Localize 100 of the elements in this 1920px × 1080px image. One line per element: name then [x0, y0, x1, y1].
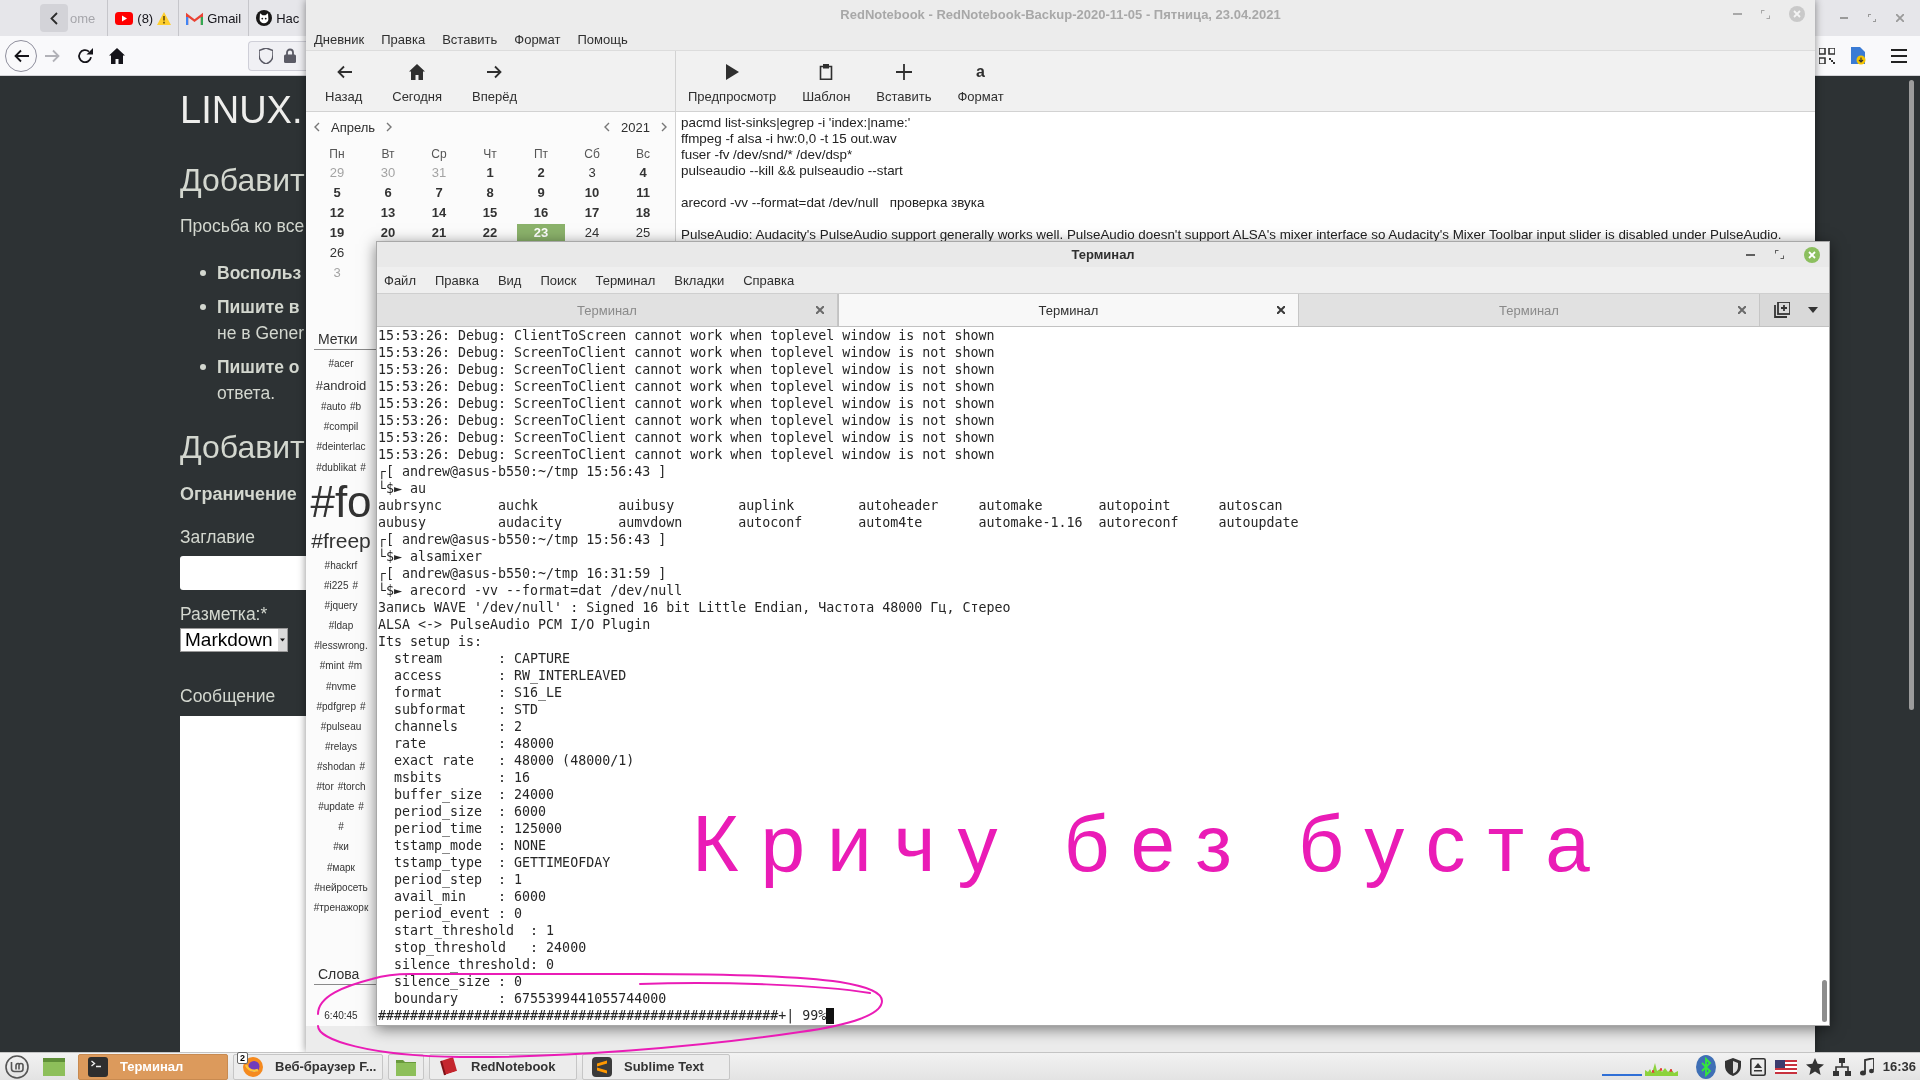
select-field[interactable]: Markdown [180, 628, 288, 652]
tag-link[interactable]: #fo [310, 481, 372, 522]
scrollbar-thumb[interactable] [1821, 980, 1827, 1022]
toolbar-button[interactable]: a Формат [945, 51, 1016, 111]
tag-link[interactable]: #torch [337, 781, 366, 794]
star-icon[interactable] [1805, 1058, 1824, 1075]
bluetooth-icon[interactable] [1695, 1054, 1716, 1079]
chevron-right-icon[interactable] [386, 122, 393, 132]
tag-link[interactable]: #марк [327, 861, 355, 874]
chevron-left-icon[interactable] [314, 122, 320, 132]
tag-link[interactable]: #dublikat [316, 461, 357, 474]
tag-link[interactable]: #relays [324, 740, 358, 753]
calendar-day[interactable]: 25 [619, 224, 667, 241]
tag-link[interactable]: #android [315, 378, 367, 394]
play-icon[interactable] [724, 64, 741, 80]
tag-link[interactable]: #acer [328, 358, 354, 370]
calendar-day[interactable]: 4 [619, 164, 667, 181]
calendar-day[interactable]: 11 [619, 184, 667, 201]
calendar-day[interactable]: 5 [313, 184, 361, 201]
tab[interactable]: Терминал [838, 294, 1299, 326]
tag-link[interactable]: #deinterlac [316, 441, 366, 454]
toolbar-button[interactable]: Предпросмотр [676, 51, 789, 111]
toolbar-button[interactable]: Вставить [864, 51, 944, 111]
network-icon[interactable] [1832, 1057, 1851, 1076]
menu-item[interactable]: Справка [743, 272, 795, 288]
calendar-day[interactable]: 17 [568, 204, 616, 221]
menu-icon[interactable] [1891, 48, 1907, 63]
arrow-left-icon[interactable] [13, 47, 29, 64]
tag-link[interactable]: #auto [320, 401, 346, 414]
calendar-day[interactable]: 20 [364, 224, 412, 241]
tag-link[interactable]: # [359, 760, 365, 773]
tag-link[interactable]: #update [318, 801, 355, 814]
toolbar-button[interactable]: Назад [313, 51, 375, 111]
word-link[interactable]: 6:40:45 [324, 1010, 358, 1022]
calendar-day[interactable]: 21 [415, 224, 463, 241]
menu-item[interactable]: Правка [381, 31, 426, 47]
menu-item[interactable]: Помощь [577, 31, 628, 47]
shield-icon[interactable] [1724, 1057, 1741, 1076]
tag-link[interactable]: # [360, 461, 366, 474]
address-field[interactable] [248, 40, 306, 71]
calendar-day[interactable]: 19 [313, 224, 361, 241]
calendar-day[interactable]: 24 [568, 224, 616, 241]
eject-icon[interactable] [1749, 1057, 1766, 1076]
tag-link[interactable]: #tor [316, 781, 334, 794]
toolbar-button[interactable]: Шаблон [790, 51, 863, 111]
home-icon[interactable] [409, 64, 426, 80]
qr-code-icon[interactable] [1819, 47, 1835, 64]
chevron-right-icon[interactable] [661, 122, 667, 132]
tag-link[interactable]: #ки [333, 841, 349, 854]
logo-icon[interactable] [5, 1054, 29, 1079]
maximize-icon[interactable] [1775, 250, 1784, 259]
tag-link[interactable]: #pulseau [320, 720, 362, 733]
reload-icon[interactable] [77, 47, 93, 64]
music-note-icon[interactable] [1859, 1057, 1874, 1076]
calendar-day[interactable]: 3 [568, 164, 616, 181]
menu-item[interactable]: Вкладки [674, 272, 725, 288]
tag-link[interactable]: #нейросеть [314, 881, 368, 894]
calendar-day[interactable]: 16 [517, 204, 565, 221]
taskbar-button[interactable]: 2 Веб-браузер F... [233, 1053, 383, 1080]
tag-link[interactable]: #i225 [324, 580, 349, 592]
minimize-icon[interactable] [1746, 253, 1755, 256]
textarea-field[interactable] [180, 716, 306, 1052]
tag-link[interactable]: #тренажорк [313, 901, 369, 914]
tag-link[interactable]: #mint [319, 660, 345, 673]
tag-link[interactable]: #jquery [324, 600, 358, 613]
tag-link[interactable]: # [352, 580, 358, 592]
tag-link[interactable]: #ldap [328, 620, 354, 633]
tag-link[interactable]: # [338, 821, 344, 834]
caret-down-icon[interactable] [1808, 307, 1818, 313]
calendar-day[interactable]: 15 [466, 204, 514, 221]
calendar-day[interactable]: 6 [364, 184, 412, 201]
menu-item[interactable]: Файл [384, 272, 416, 288]
menu-item[interactable]: Терминал [595, 272, 656, 288]
taskbar-button[interactable] [388, 1053, 424, 1080]
document-icon[interactable] [1850, 46, 1866, 65]
taskbar-button[interactable]: Sublime Text [582, 1053, 730, 1080]
arrow-right-icon[interactable] [486, 64, 503, 80]
tag-link[interactable]: #shodan [317, 760, 356, 773]
calendar-day[interactable]: 18 [619, 204, 667, 221]
close-icon[interactable] [1277, 306, 1285, 314]
chevron-left-icon[interactable] [50, 11, 58, 25]
menu-item[interactable]: Поиск [540, 272, 577, 288]
tag-link[interactable]: #compil [323, 421, 359, 434]
shield-icon[interactable] [259, 47, 273, 64]
text-input[interactable] [180, 556, 306, 590]
calendar-day[interactable]: 14 [415, 204, 463, 221]
home-icon[interactable] [109, 47, 125, 64]
calendar-day[interactable]: 13 [364, 204, 412, 221]
tag-link[interactable]: #nvme [326, 680, 356, 693]
menu-item[interactable]: Вставить [442, 31, 498, 47]
tag-link[interactable]: #pdfgrep [316, 700, 356, 713]
tag-link[interactable]: # [358, 801, 364, 814]
scrollbar-thumb[interactable] [1909, 80, 1914, 710]
tag-link[interactable]: #hackrf [324, 559, 358, 572]
flag-icon[interactable] [1774, 1059, 1797, 1074]
menu-item[interactable]: Дневник [314, 31, 365, 47]
calendar-day[interactable]: 1 [466, 164, 514, 181]
chevron-left-icon[interactable] [604, 122, 611, 132]
scroll-tabs-button[interactable] [40, 4, 68, 32]
toolbar-button[interactable]: Вперёд [460, 51, 530, 111]
